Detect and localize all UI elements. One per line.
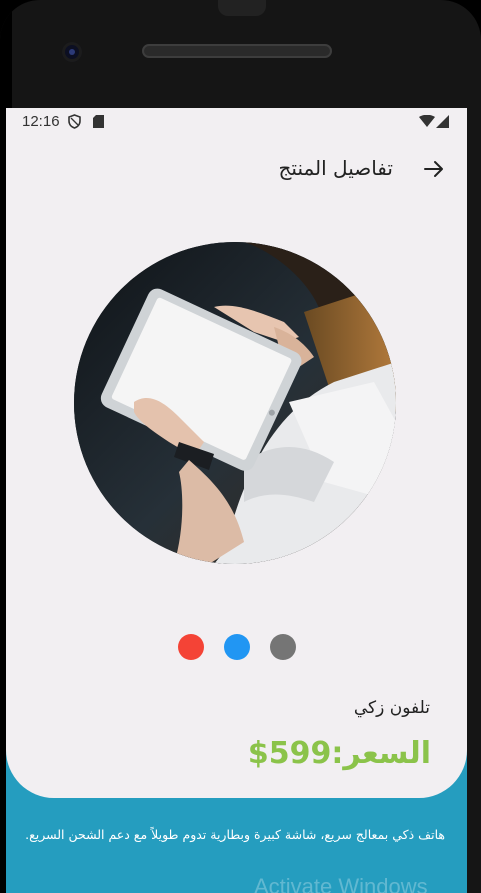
wifi-icon: [419, 115, 435, 127]
tablet-photo: [74, 242, 396, 564]
front-camera: [62, 42, 82, 62]
status-time: 12:16: [22, 112, 60, 130]
product-price: السعر:599$: [247, 736, 431, 771]
product-image: [74, 242, 396, 564]
color-option-grey[interactable]: [270, 634, 296, 660]
phone-frame: 12:16 تفاصيل المنتج تلفون زكي السعر:599$…: [0, 0, 481, 893]
activation-watermark: Activate Windows: [254, 874, 428, 893]
color-option-blue[interactable]: [224, 634, 250, 660]
sd-card-icon: [92, 114, 104, 128]
color-options: [178, 634, 296, 660]
earpiece-speaker: [142, 44, 332, 58]
status-right-icons: [419, 114, 449, 128]
shield-icon: [67, 113, 81, 129]
page-title: تفاصيل المنتج: [278, 156, 394, 180]
content-layer: 12:16 تفاصيل المنتج تلفون زكي السعر:599$…: [6, 108, 467, 893]
app-bar: تفاصيل المنتج: [6, 148, 467, 192]
app-screen: 12:16 تفاصيل المنتج تلفون زكي السعر:599$…: [6, 108, 467, 893]
color-option-red[interactable]: [178, 634, 204, 660]
device-notch: [218, 0, 266, 16]
product-description: هاتف ذكي بمعالج سريع، شاشة كبيرة وبطارية…: [25, 827, 445, 842]
signal-icon: [436, 114, 449, 128]
status-bar: 12:16: [6, 108, 467, 134]
product-name: تلفون زكي: [353, 698, 430, 718]
arrow-right-icon: [424, 161, 443, 177]
back-button[interactable]: [419, 154, 449, 184]
